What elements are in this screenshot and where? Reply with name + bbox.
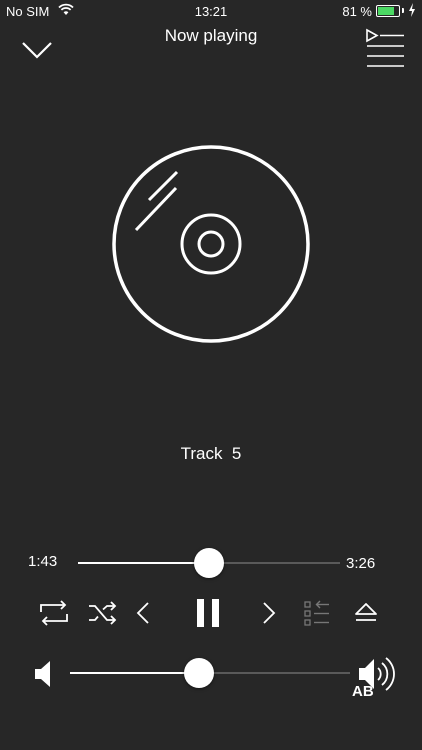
pause-button[interactable] — [196, 598, 222, 628]
previous-button[interactable] — [136, 602, 150, 624]
repeat-icon — [40, 600, 68, 626]
chevron-left-icon — [136, 602, 149, 624]
battery-percent: 81 % — [342, 4, 372, 19]
repeat-button[interactable] — [38, 599, 70, 627]
album-artwork — [110, 143, 312, 345]
queue-list-icon — [366, 28, 404, 67]
volume-slider[interactable] — [70, 658, 350, 688]
progress-fill — [78, 562, 209, 564]
queue-button[interactable] — [364, 26, 406, 68]
disc-icon — [112, 145, 310, 343]
status-bar: No SIM 13:21 81 % — [0, 0, 422, 22]
playlist-icon — [304, 600, 329, 626]
volume-knob[interactable] — [183, 658, 214, 688]
progress-knob[interactable] — [194, 548, 224, 578]
track-title: Track 5 — [180, 444, 242, 463]
elapsed-time: 1:43 — [28, 553, 58, 570]
volume-low-button[interactable] — [34, 660, 52, 688]
speaker-low-icon — [35, 661, 50, 687]
progress-slider[interactable] — [78, 548, 340, 578]
collapse-button[interactable] — [20, 38, 54, 62]
battery-icon — [376, 5, 400, 17]
battery-nub — [402, 8, 404, 13]
shuffle-button[interactable] — [88, 601, 118, 625]
output-label: AB — [352, 683, 374, 700]
eject-icon — [355, 603, 377, 621]
pause-icon — [197, 599, 219, 627]
page-title: Now playing — [164, 26, 258, 45]
total-time: 3:26 — [346, 555, 376, 572]
chevron-right-icon — [263, 602, 276, 624]
charging-icon — [408, 3, 416, 20]
now-playing-screen: No SIM 13:21 81 % Now playing Track 5 1:… — [0, 0, 422, 750]
battery-fill — [378, 7, 394, 15]
next-button[interactable] — [262, 602, 276, 624]
chevron-down-icon — [22, 42, 52, 59]
eject-button[interactable] — [354, 602, 378, 624]
playlist-button[interactable] — [304, 599, 330, 627]
volume-fill — [70, 672, 199, 674]
shuffle-icon — [89, 601, 117, 625]
